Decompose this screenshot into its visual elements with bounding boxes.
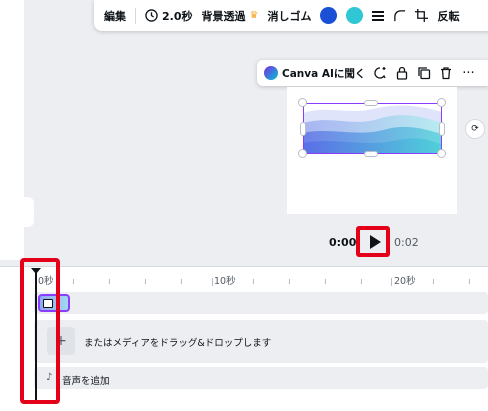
rotate-icon[interactable]: ⟳ [465,119,485,139]
ruler-tick [253,279,254,284]
resize-handle-bottom-right[interactable] [437,149,446,158]
color-swatch-blue[interactable] [320,7,338,24]
canva-ai-label: Canva AIに聞く [282,67,366,80]
resize-handle-right[interactable] [439,122,445,136]
edit-button[interactable]: 編集 [104,8,126,24]
bg-remove-button[interactable]: 背景透過 ♛ [202,8,259,24]
trash-icon[interactable] [439,66,453,80]
canva-ai-logo-icon [264,66,278,80]
resize-handle-top[interactable] [364,100,378,106]
left-side-panel [0,0,24,260]
tick-label-10: 10秒 [214,276,236,287]
tick-label-20: 20秒 [394,276,416,287]
selection-frame [303,103,442,154]
color-swatch-teal[interactable] [346,7,364,24]
resize-handle-bottom[interactable] [364,151,378,157]
duration-label: 2.0秒 [162,9,193,23]
clock-icon [145,9,158,22]
play-button-highlight [356,226,390,257]
resize-handle-left[interactable] [300,122,306,136]
canva-ai-button[interactable]: Canva AIに聞く [264,66,365,81]
comment-add-icon[interactable] [373,66,387,80]
line-weight-icon[interactable] [372,10,385,21]
ruler-tick [391,278,392,286]
media-drop-hint: またはメディアをドラッグ&ドロップします [84,338,272,349]
crop-icon[interactable] [415,9,429,22]
lock-icon[interactable] [395,66,409,80]
ruler-tick [212,278,213,286]
add-audio-button[interactable]: 音声を追加 [62,373,110,387]
ruler-tick [469,279,470,284]
corner-rounding-icon[interactable] [393,9,406,22]
bg-remove-label: 背景透過 [201,9,246,23]
more-options-icon[interactable]: ··· [461,66,475,81]
resize-handle-top-right[interactable] [437,98,446,107]
flip-button[interactable]: 反転 [437,8,459,24]
total-duration: 0:02 [394,236,419,249]
ruler-tick [145,279,146,284]
duration-button[interactable]: 2.0秒 [145,8,193,24]
ruler-tick [289,279,290,284]
ruler-tick [109,279,110,284]
video-track[interactable] [34,292,488,314]
ruler-tick [433,279,434,284]
eraser-button[interactable]: 消しゴム [267,8,311,24]
current-time: 0:00 [329,236,357,249]
panel-collapse-handle[interactable] [22,197,34,227]
crown-icon: ♛ [249,10,259,21]
duplicate-icon[interactable] [417,66,431,80]
ruler-tick [73,279,74,284]
element-action-bar: Canva AIに聞く ··· [257,60,488,86]
ruler-tick [361,279,362,284]
toolbar-divider [135,7,136,24]
editor-toolbar: 編集 2.0秒 背景透過 ♛ 消しゴム 反転 [94,0,488,31]
playhead-highlight [20,258,60,404]
ruler-tick [181,279,182,284]
ruler-tick [325,279,326,284]
resize-handle-top-left[interactable] [298,98,307,107]
resize-handle-bottom-left[interactable] [298,149,307,158]
